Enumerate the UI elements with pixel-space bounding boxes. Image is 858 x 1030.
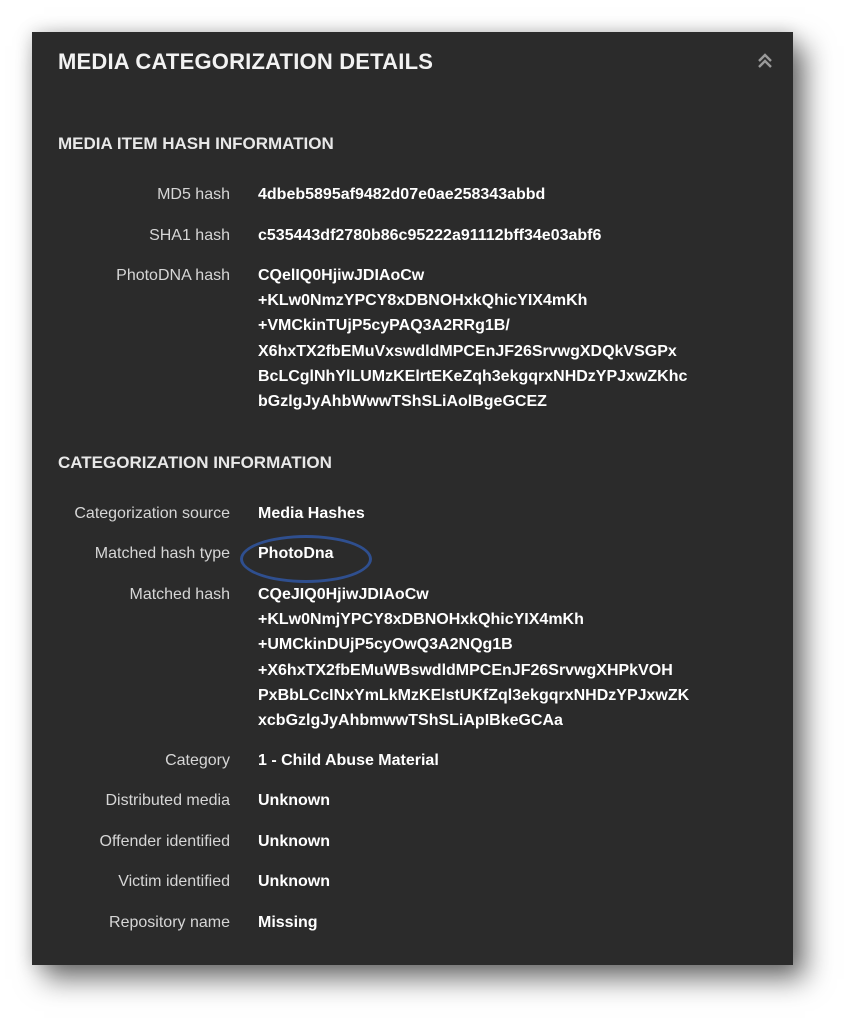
photodna-line: +VMCkinTUjP5cyPAQ3A2RRg1B/ <box>258 317 510 335</box>
matched-hash-line: PxBbLCcINxYmLkMzKElstUKfZql3ekgqrxNHDzYP… <box>258 686 690 704</box>
victim-identified-label: Victim identified <box>118 873 230 890</box>
hash-info-section-title: MEDIA ITEM HASH INFORMATION <box>58 134 334 153</box>
categorization-section-title: CATEGORIZATION INFORMATION <box>58 453 332 472</box>
matched-hash-line: xcbGzlgJyAhbmwwTShSLiApIBkeGCAa <box>258 712 563 730</box>
matched-hash-type-row: Matched hash type PhotoDna <box>32 543 793 564</box>
sha1-row: SHA1 hash c535443df2780b86c95222a91112bf… <box>32 225 793 246</box>
photodna-row: PhotoDNA hash CQelIQ0HjiwJDIAoCw +KLw0Nm… <box>32 265 793 414</box>
sha1-value: c535443df2780b86c95222a91112bff34e03abf6 <box>258 227 602 244</box>
offender-identified-label: Offender identified <box>99 833 230 850</box>
categorization-source-value: Media Hashes <box>258 505 365 522</box>
collapse-button[interactable] <box>754 50 776 72</box>
photodna-line: +KLw0NmzYPCY8xDBNOHxkQhicYIX4mKh <box>258 292 588 310</box>
category-value: 1 - Child Abuse Material <box>258 752 439 769</box>
media-categorization-panel: MEDIA CATEGORIZATION DETAILS MEDIA ITEM … <box>32 32 793 965</box>
md5-row: MD5 hash 4dbeb5895af9482d07e0ae258343abb… <box>32 184 793 205</box>
victim-identified-value: Unknown <box>258 873 330 890</box>
double-chevron-up-icon <box>758 53 772 68</box>
offender-identified-row: Offender identified Unknown <box>32 831 793 852</box>
matched-hash-line: CQeJIQ0HjiwJDIAoCw <box>258 586 429 603</box>
victim-identified-row: Victim identified Unknown <box>32 871 793 892</box>
distributed-media-value: Unknown <box>258 792 330 809</box>
repository-name-row: Repository name Missing <box>32 912 793 933</box>
md5-label: MD5 hash <box>157 186 230 203</box>
distributed-media-label: Distributed media <box>105 792 231 809</box>
panel-title: MEDIA CATEGORIZATION DETAILS <box>58 49 434 74</box>
category-row: Category 1 - Child Abuse Material <box>32 750 793 771</box>
matched-hash-line: +UMCkinDUjP5cyOwQ3A2NQg1B <box>258 636 513 654</box>
md5-value: 4dbeb5895af9482d07e0ae258343abbd <box>258 186 546 203</box>
photodna-line: X6hxTX2fbEMuVxswdldMPCEnJF26SrvwgXDQkVSG… <box>258 342 677 360</box>
matched-hash-label: Matched hash <box>129 586 230 603</box>
repository-name-label: Repository name <box>109 914 230 931</box>
photodna-value: CQelIQ0HjiwJDIAoCw +KLw0NmzYPCY8xDBNOHxk… <box>258 263 687 414</box>
photodna-line: BcLCglNhYlLUMzKElrtEKeZqh3ekgqrxNHDzYPJx… <box>258 367 688 385</box>
matched-hash-value: CQeJIQ0HjiwJDIAoCw +KLw0NmjYPCY8xDBNOHxk… <box>258 582 689 733</box>
matched-hash-type-value: PhotoDna <box>258 545 334 562</box>
offender-identified-value: Unknown <box>258 833 330 850</box>
matched-hash-type-label: Matched hash type <box>94 545 230 562</box>
photodna-line: CQelIQ0HjiwJDIAoCw <box>258 267 425 284</box>
matched-hash-line: +X6hxTX2fbEMuWBswdldMPCEnJF26SrvwgXHPkVO… <box>258 661 673 679</box>
matched-hash-line: +KLw0NmjYPCY8xDBNOHxkQhicYIX4mKh <box>258 611 584 629</box>
photodna-label: PhotoDNA hash <box>116 267 230 284</box>
category-label: Category <box>165 752 230 769</box>
repository-name-value: Missing <box>258 914 318 931</box>
distributed-media-row: Distributed media Unknown <box>32 790 793 811</box>
categorization-source-label: Categorization source <box>74 505 230 522</box>
photodna-line: bGzlgJyAhbWwwTShSLiAolBgeGCEZ <box>258 393 547 411</box>
categorization-source-row: Categorization source Media Hashes <box>32 503 793 524</box>
sha1-label: SHA1 hash <box>149 227 230 244</box>
matched-hash-row: Matched hash CQeJIQ0HjiwJDIAoCw +KLw0Nmj… <box>32 584 793 733</box>
